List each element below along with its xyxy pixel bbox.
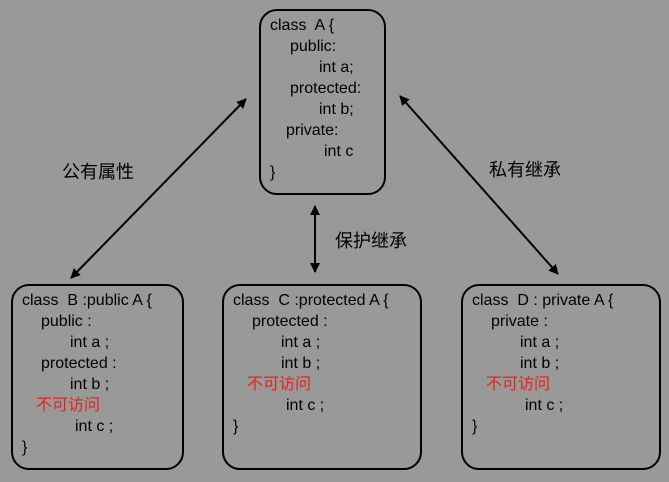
class-d-inaccessible-label: 不可访问 — [486, 376, 551, 393]
private-inheritance-arrow — [399, 95, 559, 275]
class-a-protected-label: protected: — [290, 80, 362, 97]
class-a-private-label: private: — [286, 122, 339, 139]
private-inheritance-label: 私有继承 — [489, 160, 561, 181]
class-a-public-label: public: — [290, 38, 337, 55]
class-c-member-c: int c ; — [286, 397, 325, 414]
class-b-inaccessible-label: 不可访问 — [36, 397, 101, 414]
class-b-member-b: int b ; — [70, 376, 110, 393]
class-c-header: class C :protected A { — [233, 292, 389, 309]
public-inheritance-label: 公有属性 — [62, 162, 134, 183]
class-b-closing-brace: } — [22, 439, 28, 456]
class-b-header: class B :public A { — [22, 292, 152, 309]
class-c-member-b: int b ; — [281, 355, 321, 372]
class-b-member-a: int a ; — [70, 334, 110, 351]
class-d-closing-brace: } — [472, 418, 478, 435]
class-a-member-a: int a; — [319, 59, 354, 76]
class-a-closing-brace: } — [270, 164, 276, 181]
class-a-member-c: int c — [324, 143, 354, 160]
protected-inheritance-label: 保护继承 — [335, 231, 407, 252]
class-c-member-a: int a ; — [281, 334, 321, 351]
class-c-inaccessible-label: 不可访问 — [247, 376, 312, 393]
class-d-private-label: private : — [491, 313, 548, 330]
inheritance-diagram: class A { public: int a; protected: int … — [0, 0, 669, 482]
class-b-protected-label: protected : — [41, 355, 117, 372]
class-c-protected-label: protected : — [252, 313, 328, 330]
class-b-public-label: public : — [41, 313, 92, 330]
class-d-header: class D : private A { — [472, 292, 614, 309]
public-inheritance-arrow — [70, 98, 247, 279]
class-a-header: class A { — [270, 17, 335, 34]
class-d-member-c: int c ; — [525, 397, 564, 414]
class-c-closing-brace: } — [233, 418, 239, 435]
class-b-member-c: int c ; — [75, 418, 114, 435]
class-d-member-a: int a ; — [520, 334, 560, 351]
class-d-member-b: int b ; — [520, 355, 560, 372]
class-a-member-b: int b; — [319, 101, 354, 118]
